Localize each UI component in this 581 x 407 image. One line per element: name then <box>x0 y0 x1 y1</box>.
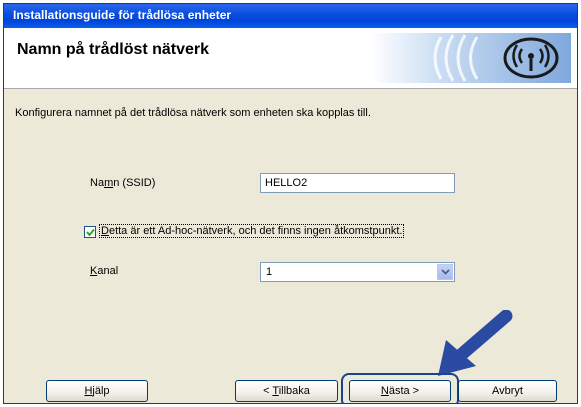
cancel-button[interactable]: Avbryt <box>458 380 557 402</box>
instruction-text: Konfigurera namnet på det trådlösa nätve… <box>15 107 371 119</box>
chevron-down-icon[interactable] <box>437 264 453 280</box>
page-title: Namn på trådlöst nätverk <box>17 41 210 58</box>
wireless-signal-icon <box>371 33 571 83</box>
channel-select[interactable]: 1 <box>260 262 455 282</box>
adhoc-checkbox[interactable] <box>84 226 96 238</box>
next-button[interactable]: Nästa > <box>349 380 451 402</box>
channel-value: 1 <box>266 266 273 278</box>
ssid-input[interactable]: HELLO2 <box>260 173 455 193</box>
channel-label: Kanal <box>90 265 119 277</box>
back-button[interactable]: < Tillbaka <box>235 380 338 402</box>
wizard-header: Namn på trådlöst nätverk <box>4 28 577 89</box>
title-bar: Installationsguide för trådlösa enheter <box>4 4 577 28</box>
help-button[interactable]: Hjälp <box>46 380 148 402</box>
ssid-label: Namn (SSID) <box>90 177 156 189</box>
adhoc-checkbox-label[interactable]: Detta är ett Ad-hoc-nätverk, och det fin… <box>99 224 405 238</box>
wizard-window: Installationsguide för trådlösa enheter … <box>3 3 578 404</box>
checkmark-icon <box>86 228 95 237</box>
window-title: Installationsguide för trådlösa enheter <box>13 8 232 22</box>
pointer-arrow-icon <box>438 310 513 376</box>
